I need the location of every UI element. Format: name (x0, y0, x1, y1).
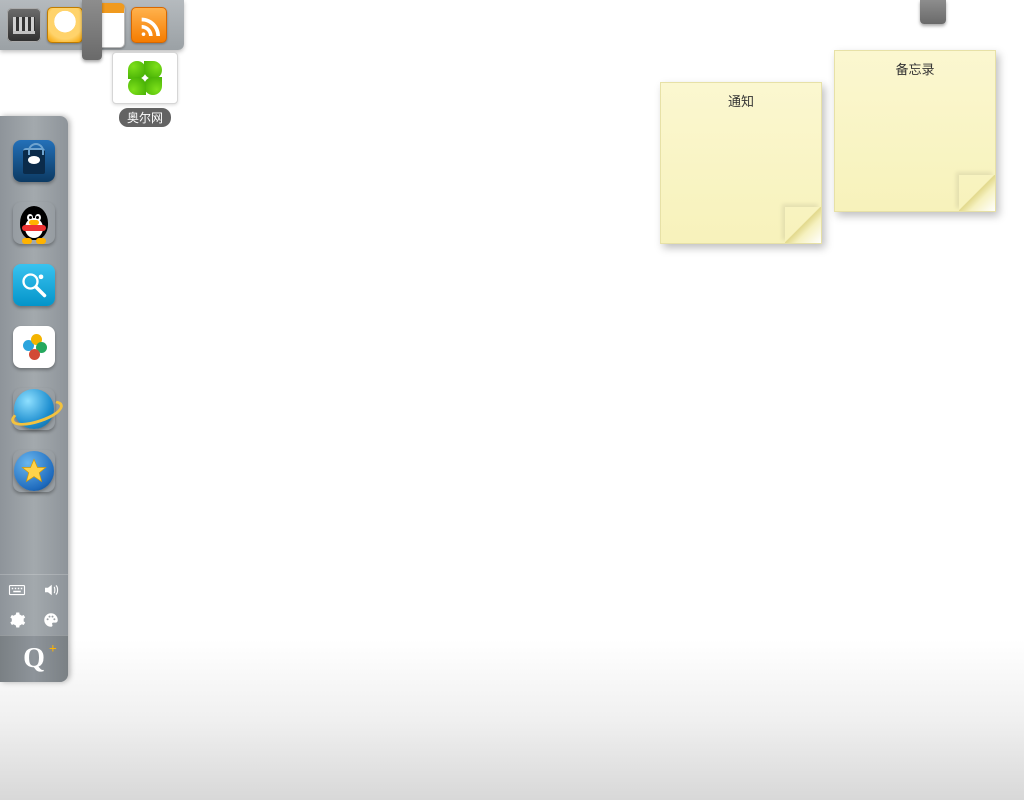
palette-icon[interactable] (34, 605, 68, 635)
search-app-icon[interactable] (13, 264, 55, 306)
qplus-label: Q+ (23, 645, 45, 673)
keyboard-icon[interactable] (0, 575, 34, 605)
rss-icon[interactable] (131, 7, 167, 43)
left-dock: Q+ (0, 116, 68, 682)
qzone-star-icon[interactable] (13, 450, 55, 492)
media-icon[interactable] (7, 8, 41, 42)
dock-apps (13, 116, 55, 574)
multi-color-app-icon[interactable] (13, 326, 55, 368)
clover-icon (112, 52, 178, 104)
right-handle[interactable] (920, 0, 946, 24)
page-curl-icon (785, 207, 821, 243)
clock-icon[interactable] (47, 7, 83, 43)
top-handle[interactable] (82, 0, 102, 60)
qplus-launcher[interactable]: Q+ (0, 635, 68, 682)
desktop-shortcut-clover[interactable]: 奥尔网 (108, 52, 182, 127)
dock-tray (0, 574, 68, 635)
sticky-title: 通知 (661, 91, 821, 110)
qq-penguin-icon[interactable] (13, 202, 55, 244)
page-curl-icon (959, 175, 995, 211)
volume-icon[interactable] (34, 575, 68, 605)
settings-icon[interactable] (0, 605, 34, 635)
sticky-note-notice[interactable]: 通知 (660, 82, 822, 244)
app-store-icon[interactable] (13, 140, 55, 182)
desktop-shortcut-label: 奥尔网 (119, 108, 171, 127)
browser-globe-icon[interactable] (13, 388, 55, 430)
sticky-title: 备忘录 (835, 59, 995, 78)
sticky-note-memo[interactable]: 备忘录 (834, 50, 996, 212)
